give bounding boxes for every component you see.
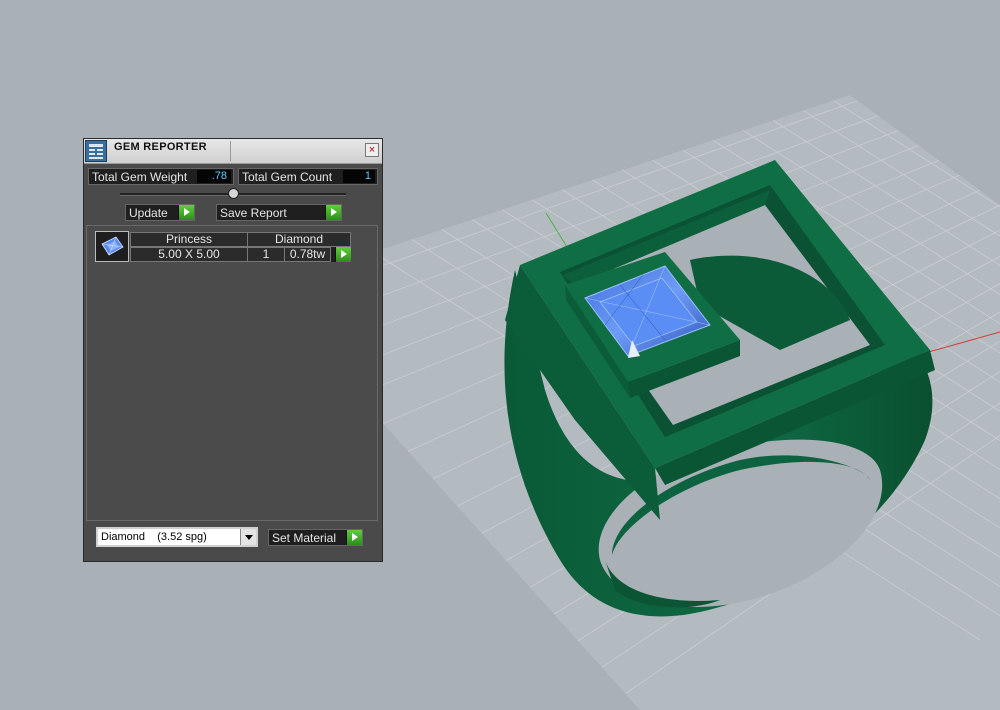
set-material-button[interactable]: Set Material <box>268 529 363 546</box>
save-report-button[interactable]: Save Report <box>216 204 342 221</box>
gem-row-action-button[interactable] <box>331 247 351 262</box>
total-gem-count-value: 1 <box>343 170 375 183</box>
save-report-button-label: Save Report <box>220 206 287 220</box>
total-gem-weight-value: .78 <box>197 170 231 183</box>
princess-gem-thumbnail-icon <box>95 231 129 262</box>
title-divider <box>230 141 231 161</box>
update-button[interactable]: Update <box>125 204 195 221</box>
gem-reporter-app-icon <box>85 140 107 162</box>
total-gem-weight: Total Gem Weight .78 <box>88 168 234 185</box>
update-button-label: Update <box>129 206 168 220</box>
gem-size: 5.00 X 5.00 <box>130 247 248 262</box>
gem-material: Diamond <box>247 232 351 247</box>
green-play-arrow-icon <box>346 530 362 545</box>
gem-reporter-panel: GEM REPORTER × Total Gem Weight .78 Tota… <box>83 138 383 562</box>
gem-weight: 0.78tw <box>284 247 331 262</box>
material-select[interactable]: Diamond (3.52 spg) <box>96 527 258 547</box>
close-icon[interactable]: × <box>365 143 379 157</box>
gem-count: 1 <box>247 247 285 262</box>
gem-shape: Princess <box>130 232 248 247</box>
material-select-value: Diamond (3.52 spg) <box>101 531 207 543</box>
green-play-arrow-icon <box>325 205 341 220</box>
green-play-arrow-icon <box>178 205 194 220</box>
panel-splitter-handle[interactable] <box>228 188 239 199</box>
set-material-button-label: Set Material <box>272 531 337 545</box>
chevron-down-icon[interactable] <box>240 529 256 545</box>
total-gem-count: Total Gem Count 1 <box>238 168 378 185</box>
gem-list: Princess Diamond 5.00 X 5.00 1 0.78tw <box>86 225 378 521</box>
total-gem-weight-label: Total Gem Weight <box>92 170 188 184</box>
panel-title: GEM REPORTER <box>114 141 207 153</box>
total-gem-count-label: Total Gem Count <box>242 170 333 184</box>
green-play-arrow-icon <box>335 247 351 262</box>
panel-titlebar[interactable]: GEM REPORTER × <box>84 139 382 164</box>
